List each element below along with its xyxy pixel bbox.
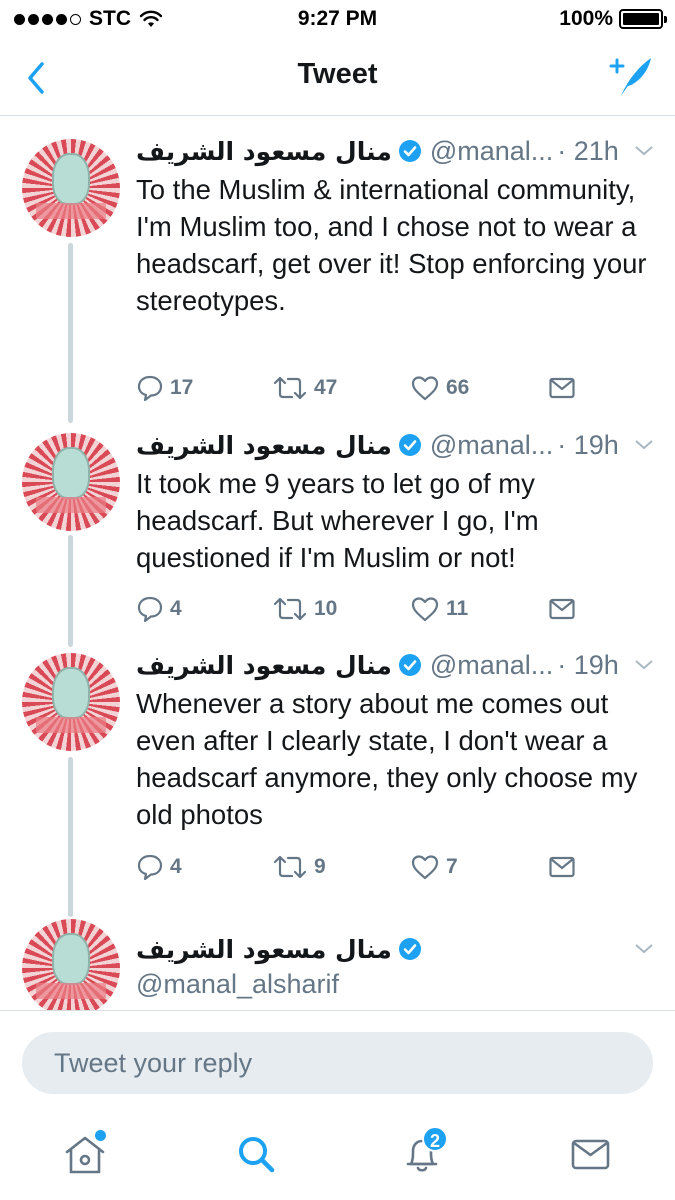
tweet-header: منال مسعود الشريف @manal... · 19h xyxy=(136,647,655,683)
compose-tweet-icon[interactable] xyxy=(607,54,655,100)
home-icon xyxy=(65,1136,105,1174)
thread-connector-line xyxy=(68,535,73,647)
battery-icon xyxy=(619,9,667,29)
author-name[interactable]: منال مسعود الشريف xyxy=(136,651,392,680)
bottom-tab-bar: 2 xyxy=(0,1110,675,1200)
verified-badge-icon xyxy=(398,434,421,456)
avatar[interactable] xyxy=(22,433,120,531)
tweet-text: It took me 9 years to let go of my heads… xyxy=(136,468,539,573)
reply-count: 17 xyxy=(170,376,194,399)
tab-messages[interactable] xyxy=(561,1124,621,1184)
avatar[interactable] xyxy=(22,653,120,751)
heart-icon xyxy=(411,376,439,401)
avatar[interactable] xyxy=(22,139,120,237)
search-icon xyxy=(239,1137,275,1173)
avatar[interactable] xyxy=(22,919,120,1010)
tweet-header: منال مسعود الشريف xyxy=(136,931,655,967)
retweet-count: 9 xyxy=(314,855,326,878)
envelope-icon xyxy=(549,856,575,878)
retweet-button[interactable]: 10 xyxy=(272,592,337,626)
like-button[interactable]: 7 xyxy=(410,850,458,884)
direct-message-button[interactable] xyxy=(548,592,576,626)
tweet-time: · 19h xyxy=(557,649,619,680)
reply-button[interactable]: 17 xyxy=(136,371,193,405)
thread-connector-line xyxy=(68,243,73,423)
home-new-indicator xyxy=(95,1130,106,1141)
tweet-thread: منال مسعود الشريف @manal... · 21h To the… xyxy=(0,117,675,1010)
tweet-time: · 21h xyxy=(557,135,619,166)
verified-badge-icon xyxy=(398,654,421,676)
tweet-header: منال مسعود الشريف @manal... · 21h xyxy=(136,133,655,169)
like-count: 7 xyxy=(446,855,458,878)
chevron-down-icon[interactable] xyxy=(633,653,655,675)
tab-search[interactable] xyxy=(226,1124,286,1184)
chevron-down-icon[interactable] xyxy=(633,433,655,455)
retweet-icon xyxy=(273,597,307,621)
verified-badge-icon xyxy=(398,140,421,162)
messages-envelope-icon xyxy=(571,1139,610,1170)
reply-icon xyxy=(137,854,163,881)
retweet-count: 47 xyxy=(314,376,338,399)
tab-home[interactable] xyxy=(55,1124,115,1184)
author-name[interactable]: منال مسعود الشريف xyxy=(136,935,392,964)
thread-connector-line xyxy=(68,757,73,917)
author-handle[interactable]: @manal... xyxy=(430,650,553,681)
tweet-time: · 19h xyxy=(557,429,619,460)
heart-icon xyxy=(411,855,439,880)
reply-button[interactable]: 4 xyxy=(136,850,182,884)
retweet-button[interactable]: 9 xyxy=(272,850,326,884)
author-handle[interactable]: @manal_alsharif xyxy=(136,969,339,1000)
chevron-down-icon[interactable] xyxy=(633,937,655,959)
battery-status: 100% xyxy=(559,7,667,31)
retweet-icon xyxy=(273,855,307,879)
retweet-count: 10 xyxy=(314,597,338,620)
verified-badge-icon xyxy=(398,938,421,960)
tweet-item[interactable]: منال مسعود الشريف @manal... · 19h It too… xyxy=(0,417,675,647)
tweet-header: منال مسعود الشريف @manal... · 19h xyxy=(136,427,655,463)
reply-icon xyxy=(137,596,163,623)
navigation-bar: Tweet xyxy=(0,40,675,116)
retweet-icon xyxy=(273,376,307,400)
tweet-item[interactable]: منال مسعود الشريف @manal... · 21h To the… xyxy=(0,117,675,423)
reply-button[interactable]: 4 xyxy=(136,592,182,626)
tweet-actions: 4 9 7 xyxy=(136,850,645,884)
heart-icon xyxy=(411,597,439,622)
tweet-item[interactable]: منال مسعود الشريف @manal_alsharif xyxy=(0,907,675,1010)
reply-icon xyxy=(137,375,163,402)
author-name[interactable]: منال مسعود الشريف xyxy=(136,431,392,460)
page-title: Tweet xyxy=(297,58,378,90)
author-handle[interactable]: @manal... xyxy=(430,430,553,461)
author-name[interactable]: منال مسعود الشريف xyxy=(136,137,392,166)
envelope-icon xyxy=(549,598,575,620)
reply-count: 4 xyxy=(170,597,182,620)
direct-message-button[interactable] xyxy=(548,850,576,884)
envelope-icon xyxy=(549,377,575,399)
chevron-down-icon[interactable] xyxy=(633,139,655,161)
like-count: 66 xyxy=(446,376,470,399)
status-bar: STC 9:27 PM 100% xyxy=(0,0,675,40)
tweet-item[interactable]: منال مسعود الشريف @manal... · 19h Whenev… xyxy=(0,637,675,917)
direct-message-button[interactable] xyxy=(548,371,576,405)
tweet-actions: 17 47 66 xyxy=(136,371,645,405)
retweet-button[interactable]: 47 xyxy=(272,371,337,405)
tweet-actions: 4 10 11 xyxy=(136,592,645,626)
like-count: 11 xyxy=(446,597,469,620)
reply-input[interactable]: Tweet your reply xyxy=(22,1032,653,1094)
like-button[interactable]: 11 xyxy=(410,592,468,626)
battery-percent: 100% xyxy=(559,7,613,30)
tab-notifications[interactable]: 2 xyxy=(392,1124,452,1184)
tweet-text: Whenever a story about me comes out even… xyxy=(136,688,638,830)
author-handle[interactable]: @manal... xyxy=(430,136,553,167)
like-button[interactable]: 66 xyxy=(410,371,469,405)
tweet-text: To the Muslim & international community,… xyxy=(136,174,647,316)
reply-count: 4 xyxy=(170,855,182,878)
notifications-badge: 2 xyxy=(422,1126,448,1152)
reply-bar: Tweet your reply xyxy=(0,1010,675,1110)
